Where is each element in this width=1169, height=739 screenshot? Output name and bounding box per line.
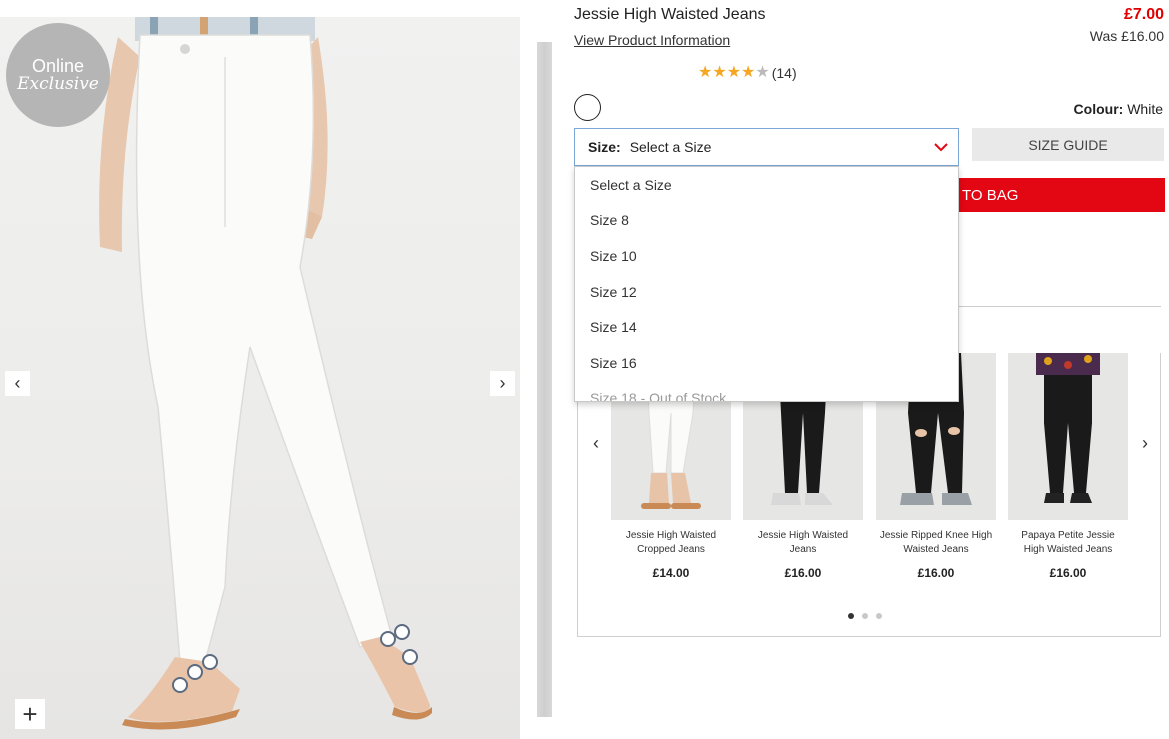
size-option[interactable]: Size 18 - Out of Stock [575, 381, 958, 401]
product-card-price: £14.00 [652, 566, 690, 580]
star-icon: ★ [741, 64, 756, 81]
carousel-prev-icon[interactable]: ‹ [586, 433, 606, 454]
thumbnail-scrollbar[interactable] [537, 42, 552, 717]
product-card-price: £16.00 [1049, 566, 1087, 580]
star-icon: ★ [755, 64, 770, 81]
product-card-price: £16.00 [917, 566, 955, 580]
product-photo [99, 17, 432, 730]
pagination-dot[interactable] [862, 613, 868, 619]
zoom-plus-icon[interactable]: + [15, 699, 45, 729]
star-rating[interactable]: ★★★★★ (14) [698, 64, 797, 82]
chevron-down-icon [934, 143, 948, 152]
product-card-image[interactable] [1008, 353, 1128, 520]
star-icon: ★ [726, 64, 742, 81]
badge-line2: Exclusive [17, 73, 99, 94]
gallery-next-icon[interactable]: › [490, 371, 515, 396]
size-option[interactable]: Size 8 [575, 203, 958, 239]
star-icon: ★ [712, 64, 727, 81]
size-selected-value: Select a Size [629, 139, 712, 155]
size-dropdown-list[interactable]: Select a Size Size 8 Size 10 Size 12 Size 14… [574, 166, 959, 402]
product-card-name[interactable]: Jessie Ripped Knee High Waisted Jeans [876, 529, 996, 557]
pagination-dot[interactable] [848, 613, 854, 619]
carousel-pagination [848, 613, 882, 619]
colour-value: White [1127, 101, 1163, 117]
was-price: Was £16.00 [1089, 28, 1164, 44]
product-card-name[interactable]: Jessie High Waisted Jeans [743, 529, 863, 557]
colour-indicator: Colour: White [1074, 101, 1163, 117]
view-product-information-link[interactable]: View Product Information [574, 32, 730, 48]
product-card-name[interactable]: Papaya Petite Jessie High Waisted Jeans [1008, 529, 1128, 557]
product-card-price: £16.00 [784, 566, 822, 580]
size-option[interactable]: Size 10 [575, 238, 958, 274]
size-guide-button[interactable]: SIZE GUIDE [972, 128, 1164, 161]
colour-label: Colour: [1073, 101, 1124, 117]
size-option[interactable]: Size 14 [575, 309, 958, 345]
add-to-bag-button[interactable]: TO BAG [958, 178, 1165, 212]
section-divider [958, 306, 1161, 307]
size-option[interactable]: Size 16 [575, 345, 958, 381]
review-count[interactable]: (14) [772, 65, 797, 81]
product-image-gallery[interactable]: Online Exclusive ‹ › + [0, 17, 520, 739]
product-card[interactable]: Papaya Petite Jessie High Waisted Jeans … [1008, 353, 1128, 580]
online-exclusive-badge: Online Exclusive [6, 23, 110, 127]
star-icon: ★ [698, 64, 713, 81]
rating-stars: ★★★★★ [698, 64, 770, 82]
size-option[interactable]: Size 12 [575, 274, 958, 310]
gallery-prev-icon[interactable]: ‹ [5, 371, 30, 396]
sale-price: £7.00 [1123, 6, 1164, 23]
colour-swatch-white[interactable] [574, 94, 601, 121]
carousel-next-icon[interactable]: › [1135, 433, 1155, 454]
size-select[interactable]: Size: Select a Size [574, 128, 959, 166]
pagination-dot[interactable] [876, 613, 882, 619]
badge-line1: Online [31, 55, 85, 76]
product-title: Jessie High Waisted Jeans [574, 6, 766, 23]
product-card-name[interactable]: Jessie High Waisted Cropped Jeans [611, 529, 731, 557]
size-option[interactable]: Select a Size [575, 167, 958, 203]
size-label: Size: [588, 139, 621, 155]
